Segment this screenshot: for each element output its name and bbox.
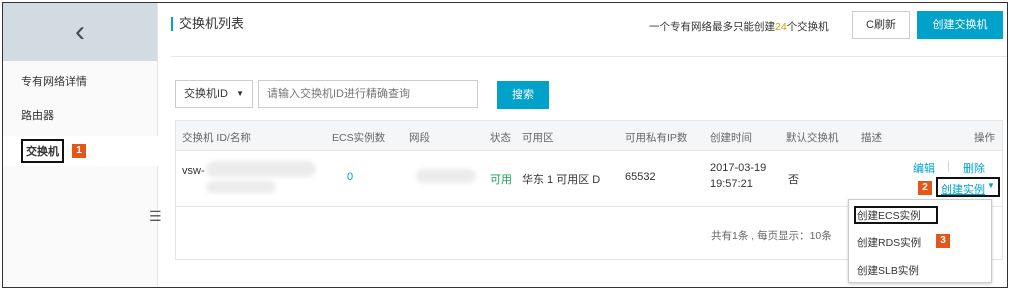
- menu-item-create-rds[interactable]: 创建RDS实例: [857, 235, 921, 250]
- available-ips-value: 65532: [625, 171, 656, 183]
- search-button[interactable]: 搜索: [497, 81, 549, 109]
- sidebar: ‹ 专有网络详情 路由器 交换机 1: [3, 3, 158, 287]
- create-instance-menu: 创建ECS实例 创建RDS实例 3 创建SLB实例: [848, 199, 992, 283]
- edit-link[interactable]: 编辑: [913, 160, 935, 176]
- menu-item-create-slb[interactable]: 创建SLB实例: [857, 263, 919, 278]
- menu-item-create-ecs[interactable]: 创建ECS实例: [857, 208, 921, 223]
- step-badge: 3: [936, 234, 950, 248]
- sidebar-item-label: 路由器: [21, 110, 54, 122]
- status-badge: 可用: [490, 174, 512, 186]
- step-badge: 2: [918, 181, 932, 195]
- sidebar-item-vswitch[interactable]: 交换机 1: [3, 136, 158, 166]
- back-button[interactable]: ‹: [3, 3, 157, 61]
- column-header-ips: 可用私有IP数: [625, 132, 688, 144]
- zone-value: 华东 1 可用区 D: [522, 174, 601, 186]
- search-input[interactable]: [258, 80, 478, 108]
- quota-note: 一个专有网络最多只能创建24个交换机: [649, 19, 829, 34]
- caret-down-icon: ▼: [236, 89, 244, 98]
- redacted-name: [206, 181, 276, 193]
- quota-note-suffix: 个交换机: [786, 21, 829, 33]
- divider: [171, 56, 1007, 57]
- sidebar-item-vpc-details[interactable]: 专有网络详情: [3, 66, 158, 96]
- search-filter-select[interactable]: 交换机ID ▼: [175, 80, 253, 108]
- column-header-default: 默认交换机: [786, 132, 839, 144]
- caret-down-icon: ▼: [987, 181, 995, 190]
- chevron-left-icon: ‹: [75, 15, 85, 48]
- quota-count: 24: [775, 21, 787, 33]
- column-header-desc: 描述: [861, 132, 882, 144]
- vswitch-id[interactable]: vsw-: [182, 165, 205, 177]
- redacted-id: [206, 161, 316, 177]
- table-header: 交换机 ID/名称 ECS实例数 网段 状态 可用区 可用私有IP数 创建时间 …: [176, 121, 1002, 151]
- collapse-sidebar-icon[interactable]: ☰: [149, 208, 162, 225]
- main-content: 交换机列表 一个专有网络最多只能创建24个交换机 C刷新 创建交换机 交换机ID…: [171, 3, 1007, 287]
- sidebar-item-label: 专有网络详情: [21, 76, 87, 88]
- column-header-created: 创建时间: [710, 132, 752, 144]
- page-title: 交换机列表: [171, 17, 244, 31]
- column-header-ops: 操作: [974, 132, 995, 144]
- created-date: 2017-03-19: [710, 162, 767, 174]
- op-separator: |: [947, 160, 950, 172]
- refresh-button[interactable]: C刷新: [852, 11, 910, 39]
- delete-link[interactable]: 删除: [963, 160, 985, 176]
- create-instance-link[interactable]: 创建实例: [941, 181, 985, 197]
- pagination-summary: 共有1条 , 每页显示：10条: [711, 230, 832, 242]
- default-value: 否: [788, 174, 799, 186]
- create-vswitch-button[interactable]: 创建交换机: [917, 11, 1003, 39]
- console-frame: ‹ 专有网络详情 路由器 交换机 1 ☰ 交换机列表 一个专有网络最多只能创建2…: [2, 2, 1008, 288]
- column-header-id: 交换机 ID/名称: [182, 132, 251, 144]
- column-header-cidr: 网段: [409, 132, 430, 144]
- column-header-status: 状态: [490, 132, 511, 144]
- ecs-count-link[interactable]: 0: [347, 171, 353, 183]
- column-header-ecs: ECS实例数: [332, 132, 386, 144]
- redacted-cidr: [416, 169, 476, 183]
- sidebar-item-label: 交换机: [21, 139, 64, 163]
- quota-note-prefix: 一个专有网络最多只能创建: [649, 21, 775, 33]
- step-badge: 1: [72, 144, 86, 158]
- created-time: 19:57:21: [710, 178, 753, 190]
- sidebar-item-router[interactable]: 路由器: [3, 100, 158, 130]
- column-header-zone: 可用区: [522, 132, 554, 144]
- search-filter-value: 交换机ID: [184, 88, 228, 100]
